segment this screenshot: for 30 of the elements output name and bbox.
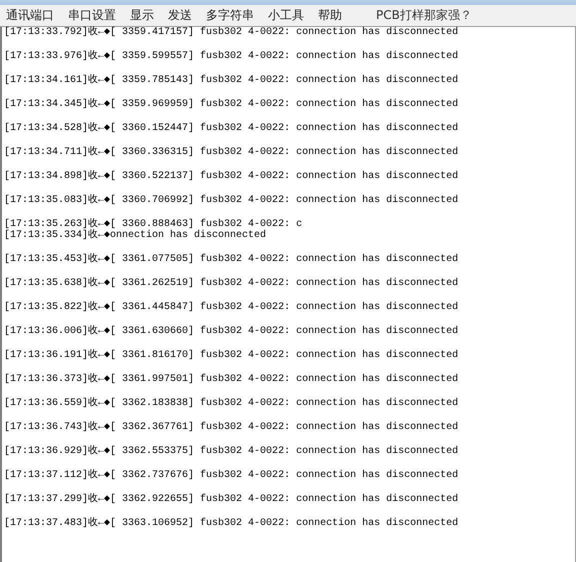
log-line: [17:13:36.191]收←◆[ 3361.816170] fusb302 4-0022: connection has disconnected (4, 350, 458, 361)
log-line: [17:13:35.453]收←◆[ 3361.077505] fusb302 4-0022: connection has disconnected (4, 254, 458, 265)
log-line: [17:13:36.373]收←◆[ 3361.997501] fusb302 4-0022: connection has disconnected (4, 374, 458, 385)
log-line: [17:13:35.822]收←◆[ 3361.445847] fusb302 4-0022: connection has disconnected (4, 302, 458, 313)
log-line: [17:13:37.299]收←◆[ 3362.922655] fusb302 4-0022: connection has disconnected (4, 494, 458, 505)
log-line: [17:13:34.528]收←◆[ 3360.152447] fusb302 4-0022: connection has disconnected (4, 123, 458, 134)
menu-item[interactable]: 帮助 (318, 7, 342, 24)
menu-item[interactable]: 通讯端口 (6, 7, 54, 24)
menu-item[interactable]: 显示 (130, 7, 154, 24)
log-line: [17:13:35.083]收←◆[ 3360.706992] fusb302 4-0022: connection has disconnected (4, 195, 458, 206)
log-line: [17:13:36.559]收←◆[ 3362.183838] fusb302 4-0022: connection has disconnected (4, 398, 458, 409)
log-line: [17:13:35.638]收←◆[ 3361.262519] fusb302 4-0022: connection has disconnected (4, 278, 458, 289)
log-line: [17:13:34.711]收←◆[ 3360.336315] fusb302 4-0022: connection has disconnected (4, 147, 458, 158)
log-line: [17:13:34.161]收←◆[ 3359.785143] fusb302 4-0022: connection has disconnected (4, 75, 458, 86)
menu-item[interactable]: 发送 (168, 7, 192, 24)
log-line: [17:13:37.483]收←◆[ 3363.106952] fusb302 4-0022: connection has disconnected (4, 518, 458, 529)
menu-item[interactable]: 串口设置 (68, 7, 116, 24)
log-line: [17:13:36.006]收←◆[ 3361.630660] fusb302 4-0022: connection has disconnected (4, 326, 458, 337)
menu-item[interactable]: 小工具 (268, 7, 304, 24)
log-line: [17:13:37.112]收←◆[ 3362.737676] fusb302 4-0022: connection has disconnected (4, 470, 458, 481)
log-line: [17:13:33.792]收←◆[ 3359.417157] fusb302 4-0022: connection has disconnected (4, 27, 458, 38)
menu-item[interactable]: 多字符串 (206, 7, 254, 24)
log-line: [17:13:36.743]收←◆[ 3362.367761] fusb302 4-0022: connection has disconnected (4, 422, 458, 433)
log-line: [17:13:35.334]收←◆onnection has disconnected (4, 230, 266, 241)
log-line: [17:13:34.345]收←◆[ 3359.969959] fusb302 4-0022: connection has disconnected (4, 99, 458, 110)
log-line: [17:13:34.898]收←◆[ 3360.522137] fusb302 4-0022: connection has disconnected (4, 171, 458, 182)
menu-item[interactable]: PCB打样那家强？ (376, 7, 472, 24)
log-line: [17:13:36.929]收←◆[ 3362.553375] fusb302 4-0022: connection has disconnected (4, 446, 458, 457)
log-line: [17:13:35.263]收←◆[ 3360.888463] fusb302 4-0022: c (4, 219, 302, 230)
log-line: [17:13:33.976]收←◆[ 3359.599557] fusb302 4-0022: connection has disconnected (4, 51, 458, 62)
